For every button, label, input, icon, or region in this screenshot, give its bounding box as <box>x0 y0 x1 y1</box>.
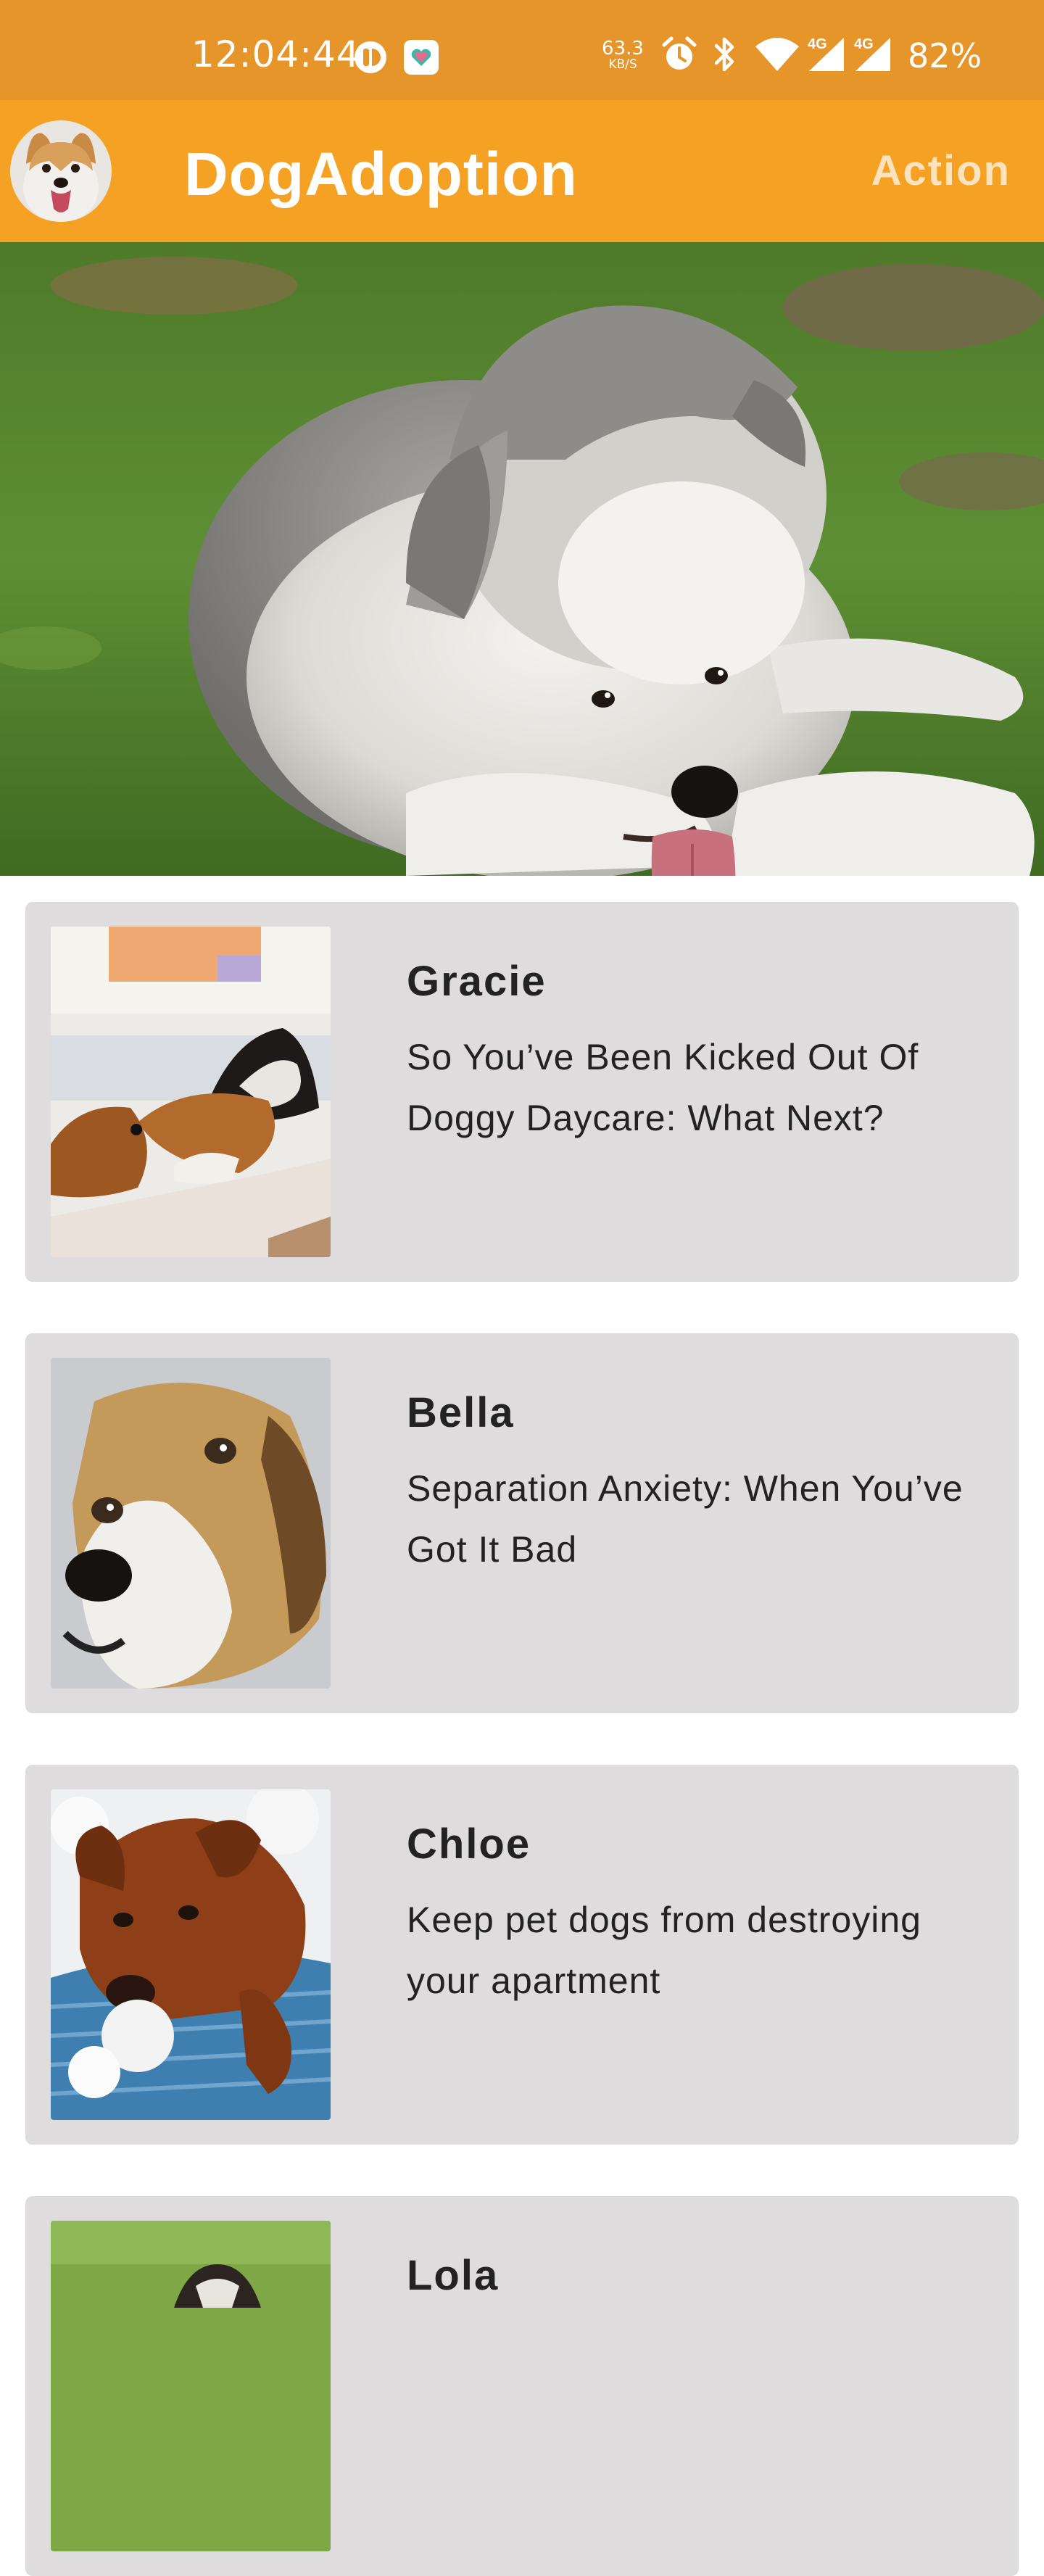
action-button[interactable]: Action <box>871 146 1011 195</box>
alarm-icon <box>660 35 699 78</box>
signal-label-1: 4G <box>808 36 827 52</box>
dog-card-bella[interactable]: Bella Separation Anxiety: When You’ve Go… <box>25 1333 1019 1713</box>
network-speed-unit: KB/S <box>608 57 637 72</box>
dog-description: So You’ve Been Kicked Out Of Doggy Dayca… <box>407 1037 919 1138</box>
dog-card-lola[interactable]: Lola <box>25 2196 1019 2576</box>
dog-name: Bella <box>407 1389 515 1436</box>
dog-card-chloe[interactable]: Chloe Keep pet dogs from destroying your… <box>25 1765 1019 2145</box>
dog-name: Chloe <box>407 1821 531 1868</box>
dog-thumbnail <box>51 1789 331 2120</box>
app-notification-icon <box>352 39 389 75</box>
dog-thumbnail <box>51 2221 331 2551</box>
bluetooth-icon <box>710 35 740 78</box>
network-speed-value: 63.3 <box>602 38 644 59</box>
app-bar: DogAdoption Action <box>0 100 1044 242</box>
dog-card-gracie[interactable]: Gracie So You’ve Been Kicked Out Of Dogg… <box>25 902 1019 1282</box>
battery-level: 82% <box>908 36 982 75</box>
health-app-icon <box>403 39 439 75</box>
dog-description: Keep pet dogs from destroying your apart… <box>407 1900 921 2001</box>
dog-description: Separation Anxiety: When You’ve Got It B… <box>407 1468 964 1570</box>
dog-name: Lola <box>407 2252 500 2299</box>
network-speed: 63.3 KB/S <box>599 39 647 71</box>
status-bar: 12:04:44 63.3 KB/S 4G 4G 82% <box>0 0 1044 100</box>
avatar[interactable] <box>10 120 112 222</box>
dog-thumbnail <box>51 927 331 1257</box>
dog-name: Gracie <box>407 958 547 1005</box>
hero-image <box>0 242 1044 876</box>
app-title: DogAdoption <box>184 140 578 208</box>
wifi-icon <box>754 35 800 78</box>
status-time: 12:04:44 <box>191 33 360 75</box>
signal-label-2: 4G <box>854 36 874 52</box>
dog-thumbnail <box>51 1358 331 1689</box>
